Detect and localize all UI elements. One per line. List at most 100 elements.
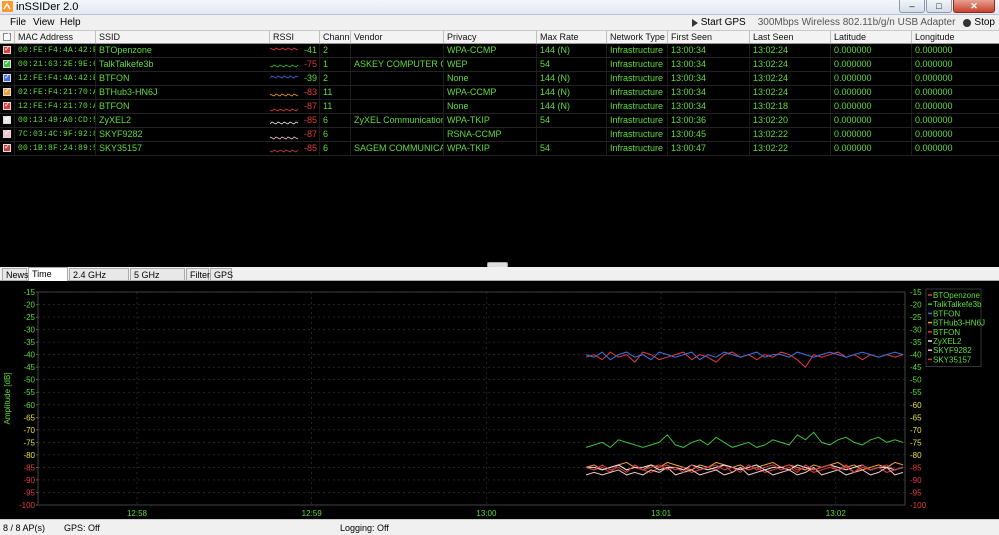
cell-max-rate: 54 (536, 114, 606, 127)
stop-button[interactable]: Stop (974, 17, 995, 28)
play-icon[interactable] (691, 18, 698, 27)
cell-mac: 00:1B:8F:24:89:56 (14, 142, 95, 155)
y-tick-label: -15 (23, 288, 35, 297)
table-row[interactable]: 02:FE:F4:21:70:A0BTHub3-HN6J -8311 WPA-CCM… (0, 86, 999, 100)
stop-icon[interactable] (963, 18, 972, 27)
column-header-first-seen[interactable]: First Seen (667, 31, 749, 43)
y-tick-label: -25 (23, 313, 35, 322)
row-checkbox[interactable] (3, 142, 11, 152)
y-tick-label-right: -100 (910, 501, 927, 510)
minimize-button[interactable]: – (899, 0, 925, 13)
rssi-sparkline (270, 47, 299, 51)
cell-network-type: Infrastructure (606, 58, 667, 71)
menu-help[interactable]: Help (60, 16, 81, 29)
rssi-value: -75 (303, 59, 317, 69)
row-checkbox[interactable] (3, 58, 11, 68)
select-all-checkbox[interactable] (3, 31, 11, 41)
cell-vendor (350, 100, 443, 113)
column-header-mac[interactable]: MAC Address (14, 31, 95, 43)
menu-file[interactable]: File (10, 16, 26, 29)
column-header-longitude[interactable]: Longitude (911, 31, 999, 43)
cell-first-seen: 13:00:47 (667, 142, 749, 155)
time-graph: -15 -15 -20 -20 -25 -25 -30 -30 -35 -35 -40 -40 -45 -… (0, 281, 999, 519)
y-tick-label: -70 (23, 426, 35, 435)
adapter-select[interactable]: 300Mbps Wireless 802.11b/g/n USB Adapter (758, 17, 956, 28)
rssi-sparkline (270, 75, 299, 79)
tab-2-4-ghz-channels[interactable]: 2.4 GHz Channels (69, 268, 129, 292)
cell-mac: 12:FE:F4:4A:42:E0 (14, 72, 95, 85)
row-checkbox[interactable] (3, 72, 11, 82)
y-tick-label: -55 (23, 388, 35, 397)
cell-privacy: WPA-TKIP (443, 142, 536, 155)
table-row[interactable]: 00:FE:F4:4A:42:E0BTOpenzone-412WPA-CCMP1… (0, 44, 999, 58)
y-tick-label-right: -70 (910, 426, 922, 435)
column-header-ssid[interactable]: SSID (95, 31, 269, 43)
column-header-privacy[interactable]: Privacy (443, 31, 536, 43)
table-row[interactable]: 12:FE:F4:21:70:A0BTFON -8711 None144 (N)In… (0, 100, 999, 114)
cell-vendor (350, 128, 443, 141)
table-row[interactable]: 00:1B:8F:24:89:56SKY35157 -856SAGEM COMMU… (0, 142, 999, 156)
column-header-network-type[interactable]: Network Type (606, 31, 667, 43)
time-graph-chart: -15 -15 -20 -20 -25 -25 -30 -30 -35 -35 -40 -40 -45 -… (3, 288, 985, 518)
cell-last-seen: 13:02:24 (749, 58, 830, 71)
table-row[interactable]: 00:13:49:A0:CD:5BZyXEL2 -856ZyXEL Communi… (0, 114, 999, 128)
y-tick-label-right: -30 (910, 326, 922, 335)
cell-channel: 6 (319, 114, 350, 127)
column-header-last-seen[interactable]: Last Seen (749, 31, 830, 43)
tab-gps[interactable]: GPS (210, 268, 233, 280)
cell-channel: 6 (319, 128, 350, 141)
row-checkbox[interactable] (3, 100, 11, 110)
tab-time-graph[interactable]: Time Graph (28, 267, 68, 291)
column-header-max-rate[interactable]: Max Rate (536, 31, 606, 43)
cell-last-seen: 13:02:20 (749, 114, 830, 127)
rssi-sparkline (270, 121, 299, 125)
column-header-vendor[interactable]: Vendor (350, 31, 443, 43)
cell-ssid: SKY35157 (95, 142, 269, 155)
y-tick-label: -75 (23, 438, 35, 447)
row-checkbox[interactable] (3, 114, 11, 124)
y-tick-label: -100 (19, 501, 36, 510)
menu-view[interactable]: View (33, 16, 55, 29)
tab-filters[interactable]: Filters (186, 268, 215, 280)
y-tick-label: -50 (23, 376, 35, 385)
y-tick-label-right: -65 (910, 413, 922, 422)
maximize-button[interactable]: □ (926, 0, 952, 13)
table-row[interactable]: 7C:03:4C:9F:92:83SKYF9282 -876 RSNA-CCMP In… (0, 128, 999, 142)
table-row[interactable]: 12:FE:F4:4A:42:E0BTFON -392 None144 (N)Inf… (0, 72, 999, 86)
cell-latitude: 0.000000 (830, 100, 911, 113)
column-header-rssi[interactable]: RSSI (269, 31, 319, 43)
tab-5-ghz-channels[interactable]: 5 GHz Channels (130, 268, 185, 292)
cell-longitude: 0.000000 (911, 44, 999, 57)
table-row[interactable]: 00:21:63:2E:9E:6BTalkTalkefe3b -751ASKEY … (0, 58, 999, 72)
rssi-value: -87 (303, 129, 317, 139)
y-tick-label-right: -45 (910, 363, 922, 372)
y-tick-label-right: -25 (910, 313, 922, 322)
row-checkbox[interactable] (3, 128, 11, 138)
row-checkbox[interactable] (3, 86, 11, 96)
plot-area (37, 291, 906, 506)
status-bar: 8 / 8 AP(s) GPS: Off Logging: Off (0, 519, 999, 535)
cell-latitude: 0.000000 (830, 44, 911, 57)
tab-strip: NewsTime Graph2.4 GHz Channels5 GHz Chan… (0, 267, 999, 292)
start-gps-button[interactable]: Start GPS (701, 17, 746, 28)
column-header-latitude[interactable]: Latitude (830, 31, 911, 43)
cell-network-type: Infrastructure (606, 72, 667, 85)
legend-entry: BTFON (933, 309, 960, 318)
close-button[interactable]: ✕ (953, 0, 995, 13)
network-grid: MAC AddressSSIDRSSIChannelVendorPrivacyM… (0, 31, 999, 265)
cell-vendor: ZyXEL Communications Cor... (350, 114, 443, 127)
y-tick-label: -20 (23, 301, 35, 310)
ap-count: 8 / 8 AP(s) (3, 523, 46, 533)
cell-max-rate: 54 (536, 58, 606, 71)
row-checkbox[interactable] (3, 44, 11, 54)
cell-last-seen: 13:02:22 (749, 142, 830, 155)
y-tick-label: -80 (23, 451, 35, 460)
y-tick-label-right: -95 (910, 488, 922, 497)
y-tick-label: -40 (23, 351, 35, 360)
logging-status: Logging: Off (340, 523, 389, 533)
tab-news[interactable]: News (2, 268, 29, 280)
column-header-channel[interactable]: Channel (319, 31, 350, 43)
grid-header: MAC AddressSSIDRSSIChannelVendorPrivacyM… (0, 31, 999, 44)
y-tick-label: -35 (23, 338, 35, 347)
rssi-sparkline (270, 64, 299, 68)
